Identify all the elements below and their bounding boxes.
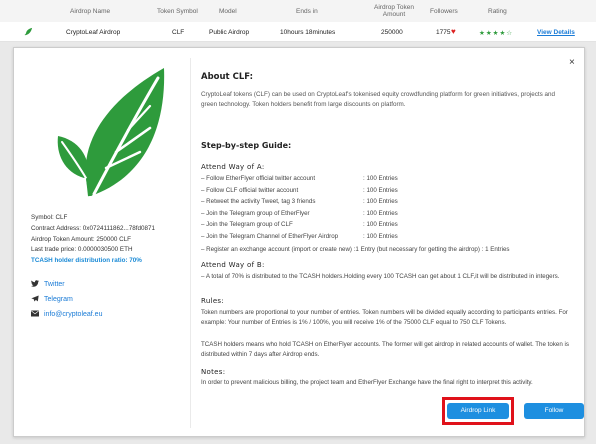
col-airdrop-name: Airdrop Name xyxy=(70,8,111,15)
task-entry: : 100 Entries xyxy=(363,198,398,205)
notes-title: Notes: xyxy=(201,368,226,376)
twitter-icon xyxy=(31,279,42,289)
leaf-logo-icon xyxy=(57,68,165,197)
task-entry: : 100 Entries xyxy=(363,221,398,228)
rules-text-2: TCASH holders means who hold TCASH on Et… xyxy=(201,341,569,358)
list-item: – Register an exchange account (import o… xyxy=(201,246,576,258)
airdrop-link-button[interactable]: Airdrop Link xyxy=(447,403,509,419)
rules-title: Rules: xyxy=(201,297,225,305)
notes-text: In order to prevent malicious billing, t… xyxy=(201,379,533,386)
info-price: Last trade price: 0.0000030500 ETH xyxy=(31,246,133,254)
telegram-icon xyxy=(31,295,42,304)
info-symbol: Symbol: CLF xyxy=(31,214,68,221)
social-links: Twitter Telegram info@cryptoleaf.eu xyxy=(31,277,102,322)
view-details-link[interactable]: View Details xyxy=(537,29,575,36)
about-title: About CLF: xyxy=(201,72,253,82)
way-b-text: – A total of 70% is distributed to the T… xyxy=(201,273,560,280)
twitter-link[interactable]: Twitter xyxy=(31,277,102,291)
rules-text: Token numbers are proportional to your n… xyxy=(201,309,568,326)
way-a-title: Attend Way of A: xyxy=(201,163,265,171)
row-followers: 1775 xyxy=(436,29,451,36)
col-followers: Followers xyxy=(430,8,458,15)
mail-icon xyxy=(31,310,42,319)
col-amount: Airdrop Token Amount xyxy=(374,4,414,18)
col-rating: Rating xyxy=(488,8,507,15)
list-item: – Retweet the activity Tweet, tag 3 frie… xyxy=(201,198,576,210)
info-ratio: TCASH holder distribution ratio: 70% xyxy=(31,257,142,265)
list-item: – Join the Telegram group of EtherFlyer:… xyxy=(201,210,576,222)
col-model: Model xyxy=(219,8,237,15)
task-text: – Retweet the activity Tweet, tag 3 frie… xyxy=(201,198,316,205)
list-item: – Join the Telegram Channel of EtherFlye… xyxy=(201,233,576,245)
row-model: Public Airdrop xyxy=(209,29,250,36)
airdrop-details-modal: × Symbol: CLF Contract Address: 0x072411… xyxy=(13,47,585,437)
task-text: – Join the Telegram group of CLF xyxy=(201,221,293,228)
task-text: – Register an exchange account (import o… xyxy=(201,246,510,253)
table-row[interactable]: CryptoLeaf Airdrop CLF Public Airdrop 10… xyxy=(0,22,596,42)
way-a-tasks: – Follow EtherFlyer official twitter acc… xyxy=(201,175,576,258)
twitter-label[interactable]: Twitter xyxy=(44,281,65,288)
divider xyxy=(190,58,191,428)
list-item: – Follow EtherFlyer official twitter acc… xyxy=(201,175,576,187)
info-contract: Contract Address: 0x0724111862...78fd087… xyxy=(31,224,156,232)
table-header: Airdrop Name Token Symbol Model Ends in … xyxy=(0,0,596,22)
task-entry: : 100 Entries xyxy=(363,175,398,182)
list-item: – Follow CLF official twitter account : 1… xyxy=(201,187,576,199)
col-ends-in: Ends in xyxy=(296,8,318,15)
telegram-label[interactable]: Telegram xyxy=(44,296,73,303)
task-text: – Join the Telegram group of EtherFlyer xyxy=(201,209,310,217)
close-icon[interactable]: × xyxy=(569,57,575,68)
about-text: CryptoLeaf tokens (CLF) can be used on C… xyxy=(201,91,556,108)
info-amount: Airdrop Token Amount: 250000 CLF xyxy=(31,235,131,243)
leaf-logo-icon xyxy=(24,27,33,38)
task-text: – Join the Telegram Channel of EtherFlye… xyxy=(201,232,339,240)
token-info: Symbol: CLF Contract Address: 0x07241118… xyxy=(31,213,181,267)
email-label[interactable]: info@cryptoleaf.eu xyxy=(44,311,102,318)
rating-stars: ★★★★☆ xyxy=(479,30,514,37)
row-ends-in: 10hours 18minutes xyxy=(280,29,336,36)
task-entry: : 100 Entries xyxy=(363,232,398,240)
heart-icon: ♥ xyxy=(451,27,456,36)
guide-title: Step-by-step Guide: xyxy=(201,141,292,150)
col-token-symbol: Token Symbol xyxy=(157,8,198,15)
telegram-link[interactable]: Telegram xyxy=(31,292,102,306)
row-symbol: CLF xyxy=(172,29,185,36)
email-link[interactable]: info@cryptoleaf.eu xyxy=(31,307,102,321)
list-item: – Join the Telegram group of CLF : 100 En… xyxy=(201,221,576,233)
task-entry: : 100 Entries xyxy=(363,186,398,194)
project-logo xyxy=(54,60,174,200)
row-name[interactable]: CryptoLeaf Airdrop xyxy=(66,29,120,36)
task-text: – Follow CLF official twitter account xyxy=(201,186,299,194)
way-b-title: Attend Way of B: xyxy=(201,261,265,269)
follow-button[interactable]: Follow xyxy=(524,403,584,419)
row-amount: 250000 xyxy=(381,29,403,36)
task-text: – Follow EtherFlyer official twitter acc… xyxy=(201,175,316,182)
task-entry: : 100 Entries xyxy=(363,209,398,217)
